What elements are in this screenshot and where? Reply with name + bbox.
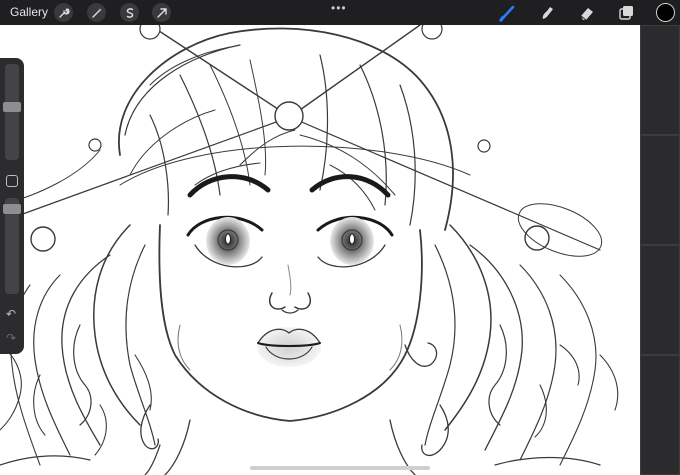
panel-cell — [640, 135, 680, 245]
gallery-button[interactable]: Gallery — [10, 5, 48, 20]
sketch-artwork — [0, 25, 619, 475]
right-panel — [640, 25, 680, 475]
panel-cell — [640, 245, 680, 355]
left-sidebar: ↶ ↷ — [0, 58, 24, 354]
brush-size-knob[interactable] — [3, 102, 21, 112]
magic-wand-icon[interactable] — [87, 3, 106, 22]
procreate-app: Gallery ••• ↶ ↷ — [0, 0, 680, 475]
color-picker-button[interactable] — [656, 3, 675, 22]
panel-cell — [640, 25, 680, 135]
selection-icon[interactable] — [120, 3, 139, 22]
layers-icon[interactable] — [616, 3, 636, 23]
brush-icon[interactable] — [498, 3, 518, 23]
transform-arrow-icon[interactable] — [152, 3, 171, 22]
smudge-icon[interactable] — [537, 3, 557, 23]
modify-button[interactable] — [6, 175, 18, 187]
wrench-icon[interactable] — [54, 3, 73, 22]
redo-icon[interactable]: ↷ — [6, 332, 16, 344]
undo-icon[interactable]: ↶ — [6, 308, 16, 320]
panel-cell — [640, 355, 680, 475]
more-menu-button[interactable]: ••• — [331, 2, 347, 14]
brush-size-slider[interactable] — [3, 64, 21, 160]
opacity-knob[interactable] — [3, 204, 21, 214]
eraser-icon[interactable] — [577, 3, 597, 23]
drawing-canvas[interactable] — [0, 25, 640, 475]
top-toolbar: Gallery ••• — [0, 0, 680, 25]
opacity-slider[interactable] — [3, 198, 21, 294]
home-indicator — [250, 466, 430, 470]
